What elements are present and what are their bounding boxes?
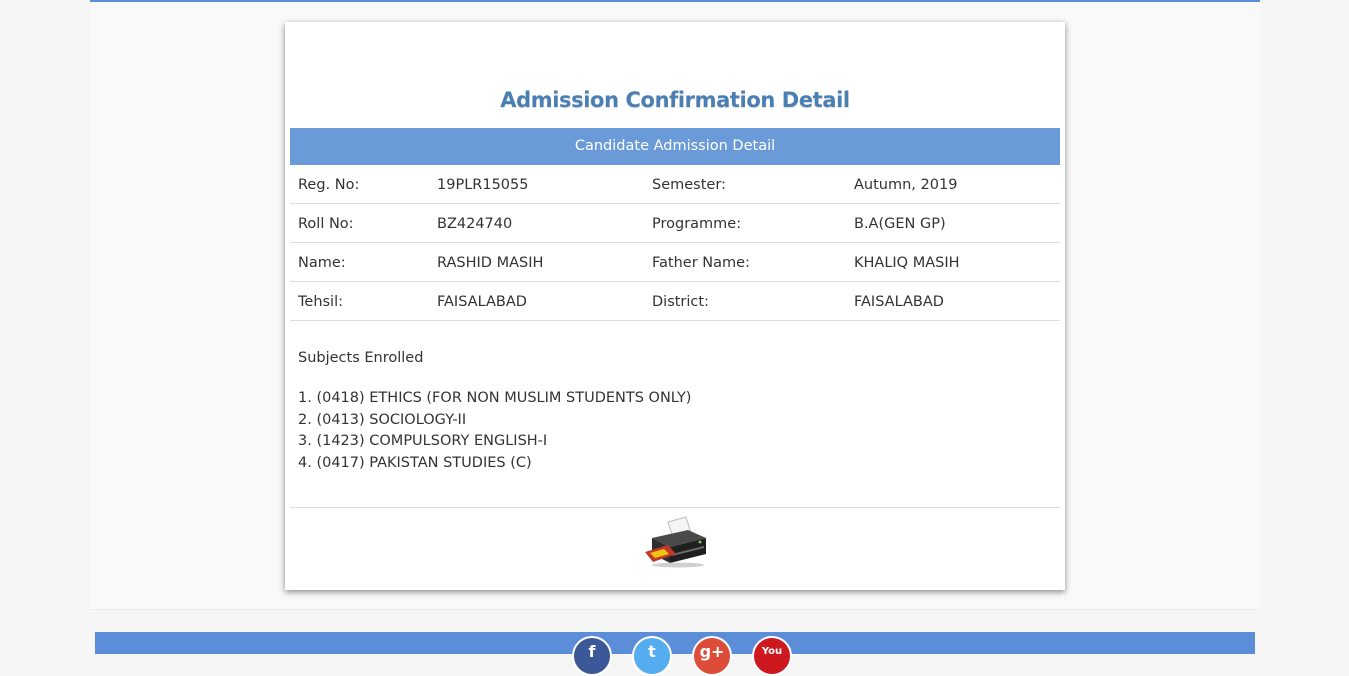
tehsil-label: Tehsil:	[298, 294, 344, 310]
subject-item: 2. (0413) SOCIOLOGY-II	[298, 411, 467, 428]
table-row: Reg. No: 19PLR15055 Semester: Autumn, 20…	[290, 165, 1060, 204]
subjects-section: Subjects Enrolled 1. (0418) ETHICS (FOR …	[298, 350, 1058, 474]
table-header: Candidate Admission Detail	[290, 128, 1060, 165]
subject-item: 3. (1423) COMPULSORY ENGLISH-I	[298, 433, 548, 449]
name-label: Name:	[298, 255, 346, 271]
admission-card: Admission Confirmation Detail Candidate …	[285, 22, 1065, 590]
subjects-title: Subjects Enrolled	[298, 350, 424, 366]
table-row: Name: RASHID MASIH Father Name: KHALIQ M…	[290, 243, 1060, 282]
reg-no-value: 19PLR15055	[437, 177, 529, 193]
father-name-value: KHALIQ MASIH	[854, 255, 960, 271]
twitter-icon: t	[648, 642, 656, 661]
youtube-link[interactable]: You	[752, 636, 792, 676]
roll-no-value: BZ424740	[437, 216, 513, 232]
youtube-icon: You	[761, 646, 783, 657]
admission-detail-table: Candidate Admission Detail Reg. No: 19PL…	[290, 128, 1060, 321]
printer-icon	[645, 516, 706, 568]
semester-value: Autumn, 2019	[854, 177, 958, 193]
print-divider	[290, 507, 1060, 508]
print-button[interactable]	[642, 516, 708, 568]
district-label: District:	[652, 294, 709, 310]
footer-bar	[95, 632, 1255, 654]
subject-item: 4. (0417) PAKISTAN STUDIES (C)	[298, 454, 532, 471]
google-plus-link[interactable]: g+	[692, 636, 732, 676]
facebook-link[interactable]: f	[572, 636, 612, 676]
page-title: Admission Confirmation Detail	[500, 88, 850, 112]
table-row: Tehsil: FAISALABAD District: FAISALABAD	[290, 282, 1060, 321]
subject-item: 1. (0418) ETHICS (FOR NON MUSLIM STUDENT…	[298, 390, 692, 406]
semester-label: Semester:	[652, 177, 726, 193]
roll-no-label: Roll No:	[298, 216, 354, 232]
programme-label: Programme:	[652, 216, 742, 232]
father-name-label: Father Name:	[652, 255, 750, 271]
page-divider	[90, 609, 1260, 610]
facebook-icon: f	[588, 642, 596, 661]
programme-value: B.A(GEN GP)	[854, 216, 946, 232]
google-plus-icon: g+	[699, 642, 725, 661]
reg-no-label: Reg. No:	[298, 177, 360, 193]
name-value: RASHID MASIH	[437, 255, 544, 271]
twitter-link[interactable]: t	[632, 636, 672, 676]
table-row: Roll No: BZ424740 Programme: B.A(GEN GP)	[290, 204, 1060, 243]
district-value: FAISALABAD	[854, 294, 944, 310]
tehsil-value: FAISALABAD	[437, 294, 527, 310]
